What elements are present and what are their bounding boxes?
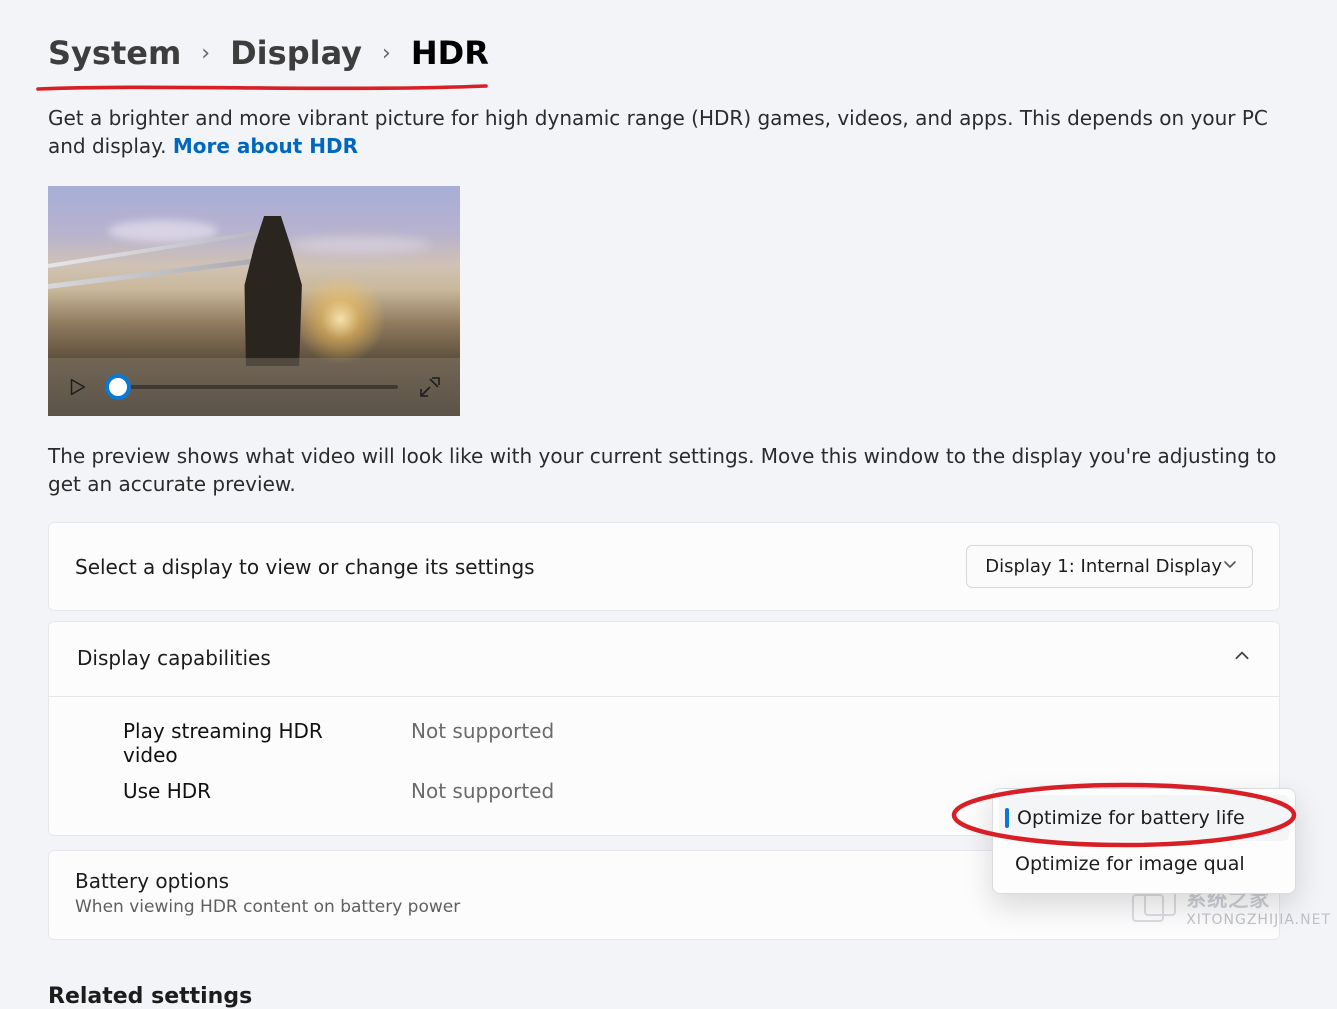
chevron-right-icon: › — [380, 41, 393, 66]
seek-bar[interactable] — [108, 372, 398, 402]
annotation-underline — [36, 82, 488, 94]
capability-label: Play streaming HDR video — [123, 719, 381, 767]
related-settings-heading: Related settings — [48, 984, 1337, 1009]
selection-indicator-icon — [1005, 808, 1009, 828]
display-capabilities-title: Display capabilities — [77, 646, 271, 670]
capability-label: Use HDR — [123, 779, 381, 803]
battery-option-item-battery-life[interactable]: Optimize for battery life — [999, 795, 1289, 841]
battery-options-menu[interactable]: Optimize for battery life Optimize for i… — [992, 788, 1296, 894]
capability-row: Play streaming HDR video Not supported — [123, 713, 1251, 773]
battery-options-title: Battery options — [75, 869, 460, 893]
display-selector-label: Select a display to view or change its s… — [75, 555, 535, 579]
display-capabilities-header[interactable]: Display capabilities — [49, 622, 1279, 697]
seek-thumb[interactable] — [105, 374, 131, 400]
battery-option-item-image-quality[interactable]: Optimize for image qual — [993, 841, 1295, 887]
play-icon[interactable] — [66, 376, 88, 398]
menu-item-label: Optimize for image qual — [1015, 853, 1245, 875]
battery-options-subtitle: When viewing HDR content on battery powe… — [75, 897, 460, 917]
chevron-up-icon[interactable] — [1233, 647, 1251, 669]
hdr-preview-video[interactable] — [48, 186, 460, 416]
breadcrumb-display[interactable]: Display — [230, 34, 362, 72]
menu-item-label: Optimize for battery life — [1017, 807, 1245, 829]
preview-note: The preview shows what video will look l… — [48, 442, 1298, 498]
display-selector-value: Display 1: Internal Display — [985, 556, 1222, 577]
more-about-hdr-link[interactable]: More about HDR — [173, 134, 358, 158]
breadcrumb-current: HDR — [411, 34, 489, 72]
chevron-right-icon: › — [199, 41, 212, 66]
breadcrumb: System › Display › HDR — [48, 34, 1337, 72]
capability-value: Not supported — [411, 719, 554, 767]
display-selector-card: Select a display to view or change its s… — [48, 522, 1280, 611]
display-selector-dropdown[interactable]: Display 1: Internal Display — [966, 545, 1253, 588]
chevron-down-icon — [1222, 556, 1238, 577]
hdr-description: Get a brighter and more vibrant picture … — [48, 104, 1298, 160]
capability-value: Not supported — [411, 779, 554, 803]
video-controls — [48, 358, 460, 416]
fullscreen-icon[interactable] — [418, 375, 442, 399]
breadcrumb-system[interactable]: System — [48, 34, 181, 72]
